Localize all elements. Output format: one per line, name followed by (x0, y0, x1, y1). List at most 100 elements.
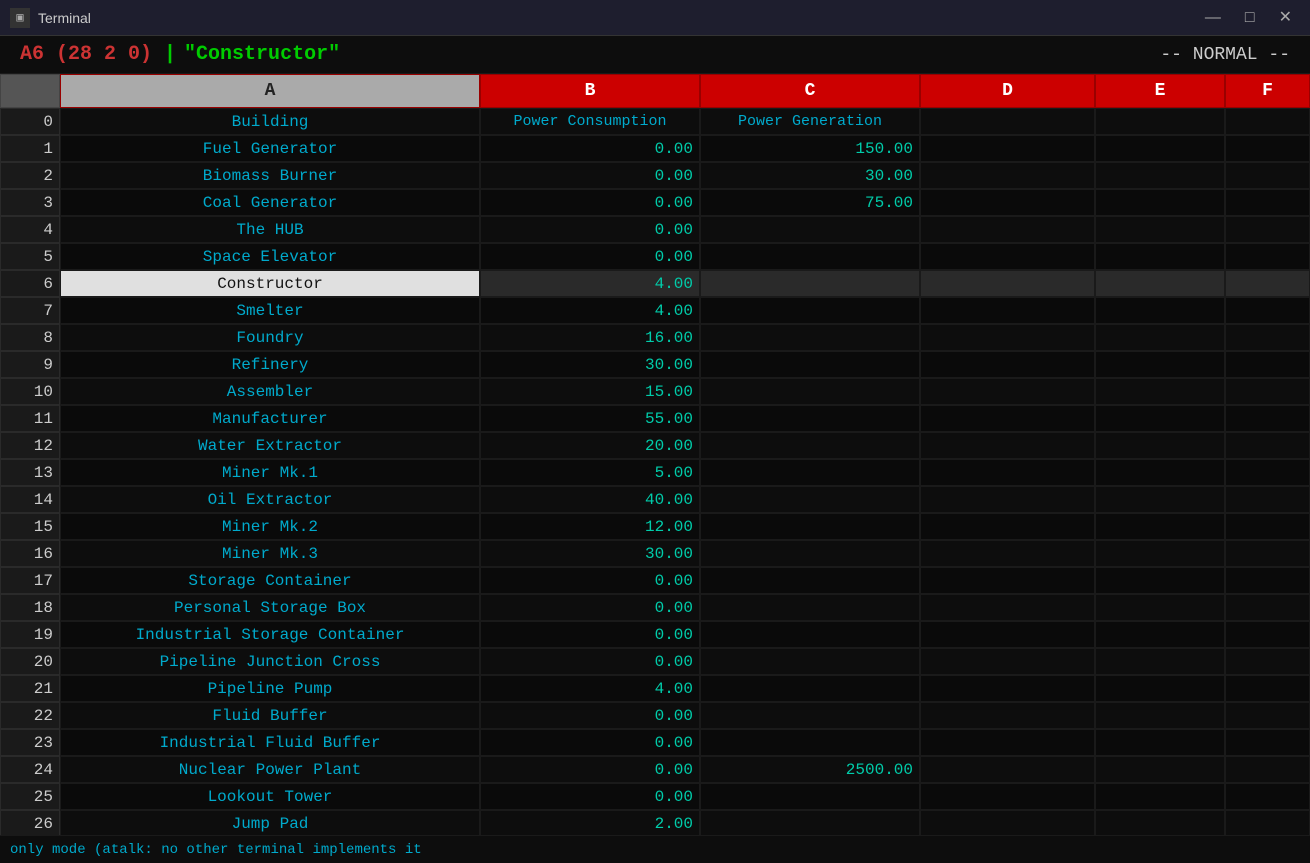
cell-b[interactable]: 30.00 (480, 351, 700, 378)
table-row[interactable]: 17Storage Container0.00 (0, 567, 1310, 594)
cell-c[interactable] (700, 675, 920, 702)
cell-b[interactable]: 40.00 (480, 486, 700, 513)
table-row[interactable]: 25Lookout Tower0.00 (0, 783, 1310, 810)
cell-a[interactable]: Refinery (60, 351, 480, 378)
cell-b[interactable]: 5.00 (480, 459, 700, 486)
cell-b[interactable]: 0.00 (480, 567, 700, 594)
cell-a[interactable]: Pipeline Pump (60, 675, 480, 702)
cell-b[interactable]: 4.00 (480, 675, 700, 702)
cell-a[interactable]: Water Extractor (60, 432, 480, 459)
cell-a[interactable]: Pipeline Junction Cross (60, 648, 480, 675)
cell-c[interactable] (700, 270, 920, 297)
cell-a[interactable]: Manufacturer (60, 405, 480, 432)
cell-a[interactable]: Assembler (60, 378, 480, 405)
cell-b[interactable]: 55.00 (480, 405, 700, 432)
cell-b[interactable]: 15.00 (480, 378, 700, 405)
cell-b[interactable]: 0.00 (480, 756, 700, 783)
cell-b[interactable]: 30.00 (480, 540, 700, 567)
cell-b[interactable]: 2.00 (480, 810, 700, 835)
cell-b[interactable]: 0.00 (480, 594, 700, 621)
table-row[interactable]: 26Jump Pad2.00 (0, 810, 1310, 835)
cell-c[interactable]: 30.00 (700, 162, 920, 189)
cell-c[interactable]: 150.00 (700, 135, 920, 162)
table-row[interactable]: 20Pipeline Junction Cross0.00 (0, 648, 1310, 675)
table-row[interactable]: 3Coal Generator0.0075.00 (0, 189, 1310, 216)
cell-a[interactable]: Lookout Tower (60, 783, 480, 810)
cell-a[interactable]: Constructor (60, 270, 480, 297)
table-row[interactable]: 9Refinery30.00 (0, 351, 1310, 378)
table-row[interactable]: 13Miner Mk.15.00 (0, 459, 1310, 486)
cell-c[interactable]: Power Generation (700, 108, 920, 135)
cell-c[interactable] (700, 594, 920, 621)
cell-c[interactable] (700, 702, 920, 729)
cell-b[interactable]: 0.00 (480, 162, 700, 189)
cell-c[interactable] (700, 351, 920, 378)
cell-b[interactable]: 0.00 (480, 189, 700, 216)
cell-c[interactable] (700, 567, 920, 594)
table-row[interactable]: 6Constructor4.00 (0, 270, 1310, 297)
cell-c[interactable] (700, 783, 920, 810)
cell-c[interactable]: 75.00 (700, 189, 920, 216)
table-row[interactable]: 18Personal Storage Box0.00 (0, 594, 1310, 621)
cell-a[interactable]: Space Elevator (60, 243, 480, 270)
cell-b[interactable]: Power Consumption (480, 108, 700, 135)
table-row[interactable]: 1Fuel Generator0.00150.00 (0, 135, 1310, 162)
cell-a[interactable]: Miner Mk.2 (60, 513, 480, 540)
cell-c[interactable] (700, 486, 920, 513)
cell-c[interactable] (700, 216, 920, 243)
cell-b[interactable]: 0.00 (480, 216, 700, 243)
cell-c[interactable]: 2500.00 (700, 756, 920, 783)
cell-b[interactable]: 0.00 (480, 243, 700, 270)
table-row[interactable]: 8Foundry16.00 (0, 324, 1310, 351)
cell-c[interactable] (700, 621, 920, 648)
cell-b[interactable]: 0.00 (480, 621, 700, 648)
cell-a[interactable]: Coal Generator (60, 189, 480, 216)
cell-c[interactable] (700, 513, 920, 540)
cell-a[interactable]: Miner Mk.3 (60, 540, 480, 567)
cell-c[interactable] (700, 324, 920, 351)
cell-c[interactable] (700, 432, 920, 459)
cell-c[interactable] (700, 378, 920, 405)
cell-b[interactable]: 0.00 (480, 729, 700, 756)
cell-b[interactable]: 12.00 (480, 513, 700, 540)
cell-c[interactable] (700, 540, 920, 567)
cell-b[interactable]: 16.00 (480, 324, 700, 351)
cell-c[interactable] (700, 729, 920, 756)
cell-c[interactable] (700, 810, 920, 835)
table-row[interactable]: 14Oil Extractor40.00 (0, 486, 1310, 513)
cell-b[interactable]: 0.00 (480, 702, 700, 729)
cell-a[interactable]: Industrial Storage Container (60, 621, 480, 648)
cell-a[interactable]: Storage Container (60, 567, 480, 594)
cell-c[interactable] (700, 459, 920, 486)
table-row[interactable]: 0BuildingPower ConsumptionPower Generati… (0, 108, 1310, 135)
cell-b[interactable]: 4.00 (480, 297, 700, 324)
cell-a[interactable]: The HUB (60, 216, 480, 243)
cell-a[interactable]: Smelter (60, 297, 480, 324)
cell-a[interactable]: Biomass Burner (60, 162, 480, 189)
table-row[interactable]: 5Space Elevator0.00 (0, 243, 1310, 270)
cell-a[interactable]: Fuel Generator (60, 135, 480, 162)
cell-a[interactable]: Nuclear Power Plant (60, 756, 480, 783)
cell-c[interactable] (700, 648, 920, 675)
cell-a[interactable]: Foundry (60, 324, 480, 351)
table-row[interactable]: 21Pipeline Pump4.00 (0, 675, 1310, 702)
cell-a[interactable]: Fluid Buffer (60, 702, 480, 729)
cell-a[interactable]: Industrial Fluid Buffer (60, 729, 480, 756)
cell-a[interactable]: Personal Storage Box (60, 594, 480, 621)
cell-a[interactable]: Oil Extractor (60, 486, 480, 513)
table-row[interactable]: 11Manufacturer55.00 (0, 405, 1310, 432)
cell-c[interactable] (700, 297, 920, 324)
table-row[interactable]: 7Smelter4.00 (0, 297, 1310, 324)
cell-c[interactable] (700, 243, 920, 270)
table-row[interactable]: 10Assembler15.00 (0, 378, 1310, 405)
table-row[interactable]: 2Biomass Burner0.0030.00 (0, 162, 1310, 189)
table-row[interactable]: 4The HUB0.00 (0, 216, 1310, 243)
cell-b[interactable]: 0.00 (480, 135, 700, 162)
cell-c[interactable] (700, 405, 920, 432)
cell-a[interactable]: Jump Pad (60, 810, 480, 835)
table-row[interactable]: 16Miner Mk.330.00 (0, 540, 1310, 567)
cell-b[interactable]: 0.00 (480, 783, 700, 810)
cell-a[interactable]: Building (60, 108, 480, 135)
table-row[interactable]: 24Nuclear Power Plant0.002500.00 (0, 756, 1310, 783)
minimize-button[interactable]: — (1197, 0, 1229, 36)
